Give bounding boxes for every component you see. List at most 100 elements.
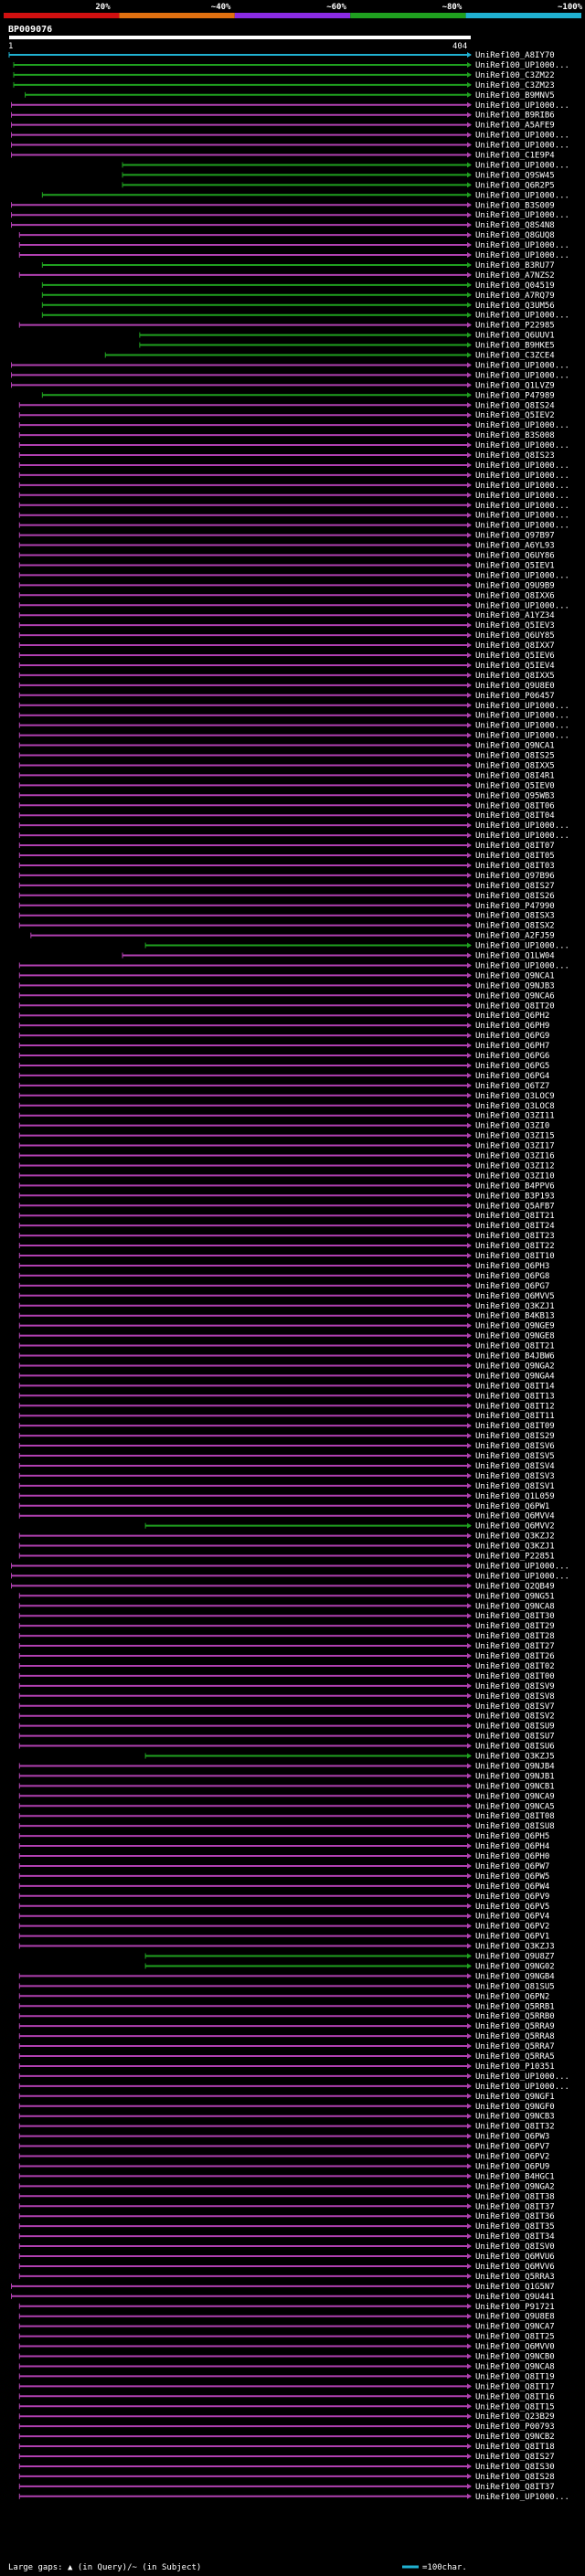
hit-label[interactable]: UniRef100_Q8ISV9 [475,1682,555,1691]
hit-row[interactable]: UniRef100_Q9NCA9 [18,1792,555,1801]
hit-row[interactable]: UniRef100_Q3LOC9 [18,1092,555,1101]
hit-row[interactable]: UniRef100_Q8IT38 [18,2192,555,2201]
hit-row[interactable]: UniRef100_Q3UM56 [41,302,555,311]
hit-label[interactable]: UniRef100_Q6PU9 [475,2162,549,2171]
hit-label[interactable]: UniRef100_Q8IT11 [475,1412,555,1421]
hit-row[interactable]: UniRef100_Q6PW7 [18,1862,549,1871]
hit-label[interactable]: UniRef100_Q8ISV2 [475,1712,555,1722]
hit-row[interactable]: UniRef100_Q1G5N7 [11,2283,555,2292]
hit-label[interactable]: UniRef100_B3S009 [475,201,555,210]
hit-row[interactable]: UniRef100_Q8IS24 [18,401,555,410]
hit-label[interactable]: UniRef100_C3ZM22 [475,71,555,80]
hit-row[interactable]: UniRef100_Q8IT08 [18,1812,555,1821]
hit-label[interactable]: UniRef100_C3ZM23 [475,81,555,90]
hit-label[interactable]: UniRef100_Q8ISX2 [475,922,555,931]
hit-row[interactable]: UniRef100_Q6PV2 [18,2153,549,2162]
hit-row[interactable]: UniRef100_Q9NG02 [144,1962,555,1971]
hit-row[interactable]: UniRef100_Q8IS30 [18,2463,555,2472]
hit-row[interactable]: UniRef100_Q2QB49 [11,1582,555,1591]
hit-label[interactable]: UniRef100_Q9NGB4 [475,1972,555,1981]
hit-label[interactable]: UniRef100_Q9NCA1 [475,742,555,751]
hit-label[interactable]: UniRef100_Q5IEV4 [475,662,555,671]
hit-row[interactable]: UniRef100_Q8IT12 [18,1402,555,1411]
hit-row[interactable]: UniRef100_Q6PH3 [18,1262,549,1271]
hit-label[interactable]: UniRef100_Q9NJB1 [475,1772,555,1781]
hit-row[interactable]: UniRef100_UP1000... [122,161,569,170]
hit-row[interactable]: UniRef100_P10351 [18,2062,555,2072]
hit-label[interactable]: UniRef100_Q8IT21 [475,1212,555,1221]
hit-row[interactable]: UniRef100_Q9NCB2 [18,2433,555,2442]
hit-row[interactable]: UniRef100_Q5RRA3 [18,2273,555,2282]
hit-row[interactable]: UniRef100_Q8IT23 [18,1232,555,1241]
hit-label[interactable]: UniRef100_Q1LW04 [475,952,555,961]
hit-row[interactable]: UniRef100_Q8IXX5 [18,672,555,681]
hit-label[interactable]: UniRef100_P06457 [475,692,555,701]
hit-label[interactable]: UniRef100_Q97B97 [475,532,555,541]
hit-row[interactable]: UniRef100_Q8IS26 [18,892,555,901]
hit-row[interactable]: UniRef100_Q9NGF1 [18,2093,555,2102]
hit-row[interactable]: UniRef100_Q8ISV8 [18,1692,555,1701]
hit-row[interactable]: UniRef100_A5AFE9 [11,122,555,131]
hit-label[interactable]: UniRef100_B9MNV5 [475,91,555,101]
hit-label[interactable]: UniRef100_Q1L059 [475,1492,555,1501]
hit-label[interactable]: UniRef100_Q6UY86 [475,552,555,561]
hit-label[interactable]: UniRef100_Q8IT13 [475,1392,555,1401]
hit-label[interactable]: UniRef100_UP1000... [475,361,569,370]
hit-label[interactable]: UniRef100_Q8IT20 [475,1002,555,1011]
hit-row[interactable]: UniRef100_B4KB13 [18,1312,555,1321]
hit-label[interactable]: UniRef100_Q5IEV2 [475,411,555,420]
hit-row[interactable]: UniRef100_Q8IT20 [18,1002,555,1011]
hit-label[interactable]: UniRef100_Q3LOC9 [475,1092,555,1101]
hit-label[interactable]: UniRef100_Q5IEV3 [475,621,555,631]
hit-row[interactable]: UniRef100_Q3ZI17 [18,1142,555,1151]
hit-label[interactable]: UniRef100_Q8IT09 [475,1422,555,1431]
hit-row[interactable]: UniRef100_Q6PG5 [18,1062,549,1071]
hit-label[interactable]: UniRef100_Q6PV9 [475,1892,549,1902]
hit-row[interactable]: UniRef100_Q6MVV4 [18,1512,555,1521]
hit-label[interactable]: UniRef100_UP1000... [475,942,569,951]
hit-row[interactable]: UniRef100_Q3KZJ1 [18,1542,555,1552]
hit-label[interactable]: UniRef100_Q3KZJ1 [475,1542,555,1552]
hit-label[interactable]: UniRef100_Q6PH4 [475,1842,549,1851]
hit-label[interactable]: UniRef100_Q6PH2 [475,1012,549,1021]
hit-row[interactable]: UniRef100_Q8ISU8 [18,1822,555,1831]
hit-label[interactable]: UniRef100_Q3KZJ2 [475,1532,555,1542]
hit-label[interactable]: UniRef100_Q6PV4 [475,1913,549,1922]
hit-label[interactable]: UniRef100_Q8IS26 [475,892,555,901]
hit-row[interactable]: UniRef100_UP1000... [18,712,569,721]
hit-row[interactable]: UniRef100_Q6PN2 [18,1992,549,2001]
hit-row[interactable]: UniRef100_Q6PW4 [18,1882,549,1892]
hit-row[interactable]: UniRef100_Q8IT04 [18,811,555,821]
hit-label[interactable]: UniRef100_Q5IEV6 [475,652,555,661]
hit-row[interactable]: UniRef100_Q9NCB0 [18,2353,555,2362]
hit-label[interactable]: UniRef100_Q95WB3 [475,791,555,800]
hit-label[interactable]: UniRef100_Q9NCA1 [475,971,555,981]
hit-label[interactable]: UniRef100_Q5RRB0 [475,2012,555,2021]
hit-row[interactable]: UniRef100_Q8IT36 [18,2212,555,2221]
hit-row[interactable]: UniRef100_B3P193 [18,1192,555,1201]
hit-row[interactable]: UniRef100_Q6PV5 [18,1903,549,1912]
hit-row[interactable]: UniRef100_Q6PH5 [18,1832,549,1841]
hit-label[interactable]: UniRef100_Q6PH9 [475,1022,549,1031]
hit-label[interactable]: UniRef100_Q6PG6 [475,1052,549,1061]
hit-label[interactable]: UniRef100_Q6MVV5 [475,1292,555,1301]
hit-row[interactable]: UniRef100_UP1000... [41,191,569,200]
hit-row[interactable]: UniRef100_Q8IT24 [18,1222,555,1231]
hit-label[interactable]: UniRef100_P22851 [475,1553,555,1562]
hit-label[interactable]: UniRef100_UP1000... [475,502,569,511]
hit-label[interactable]: UniRef100_Q6PW7 [475,1862,549,1871]
hit-label[interactable]: UniRef100_Q8IS28 [475,2473,555,2482]
hit-row[interactable]: UniRef100_Q6UUV1 [139,332,555,341]
hit-label[interactable]: UniRef100_UP1000... [475,211,569,220]
hit-label[interactable]: UniRef100_Q8ISV5 [475,1452,555,1461]
hit-row[interactable]: UniRef100_Q6PG6 [18,1052,549,1061]
hit-label[interactable]: UniRef100_A2FJ59 [475,932,555,941]
hit-row[interactable]: UniRef100_B3RU77 [41,261,555,270]
hit-row[interactable]: UniRef100_Q8IT14 [18,1382,555,1391]
hit-row[interactable]: UniRef100_Q9NGA2 [18,1362,555,1371]
hit-label[interactable]: UniRef100_Q9NCA8 [475,2362,555,2371]
hit-row[interactable]: UniRef100_Q8IT37 [18,2202,555,2211]
hit-label[interactable]: UniRef100_Q6MVU6 [475,2253,555,2262]
hit-label[interactable]: UniRef100_Q23B29 [475,2412,555,2422]
hit-label[interactable]: UniRef100_Q9NCA6 [475,991,555,1001]
